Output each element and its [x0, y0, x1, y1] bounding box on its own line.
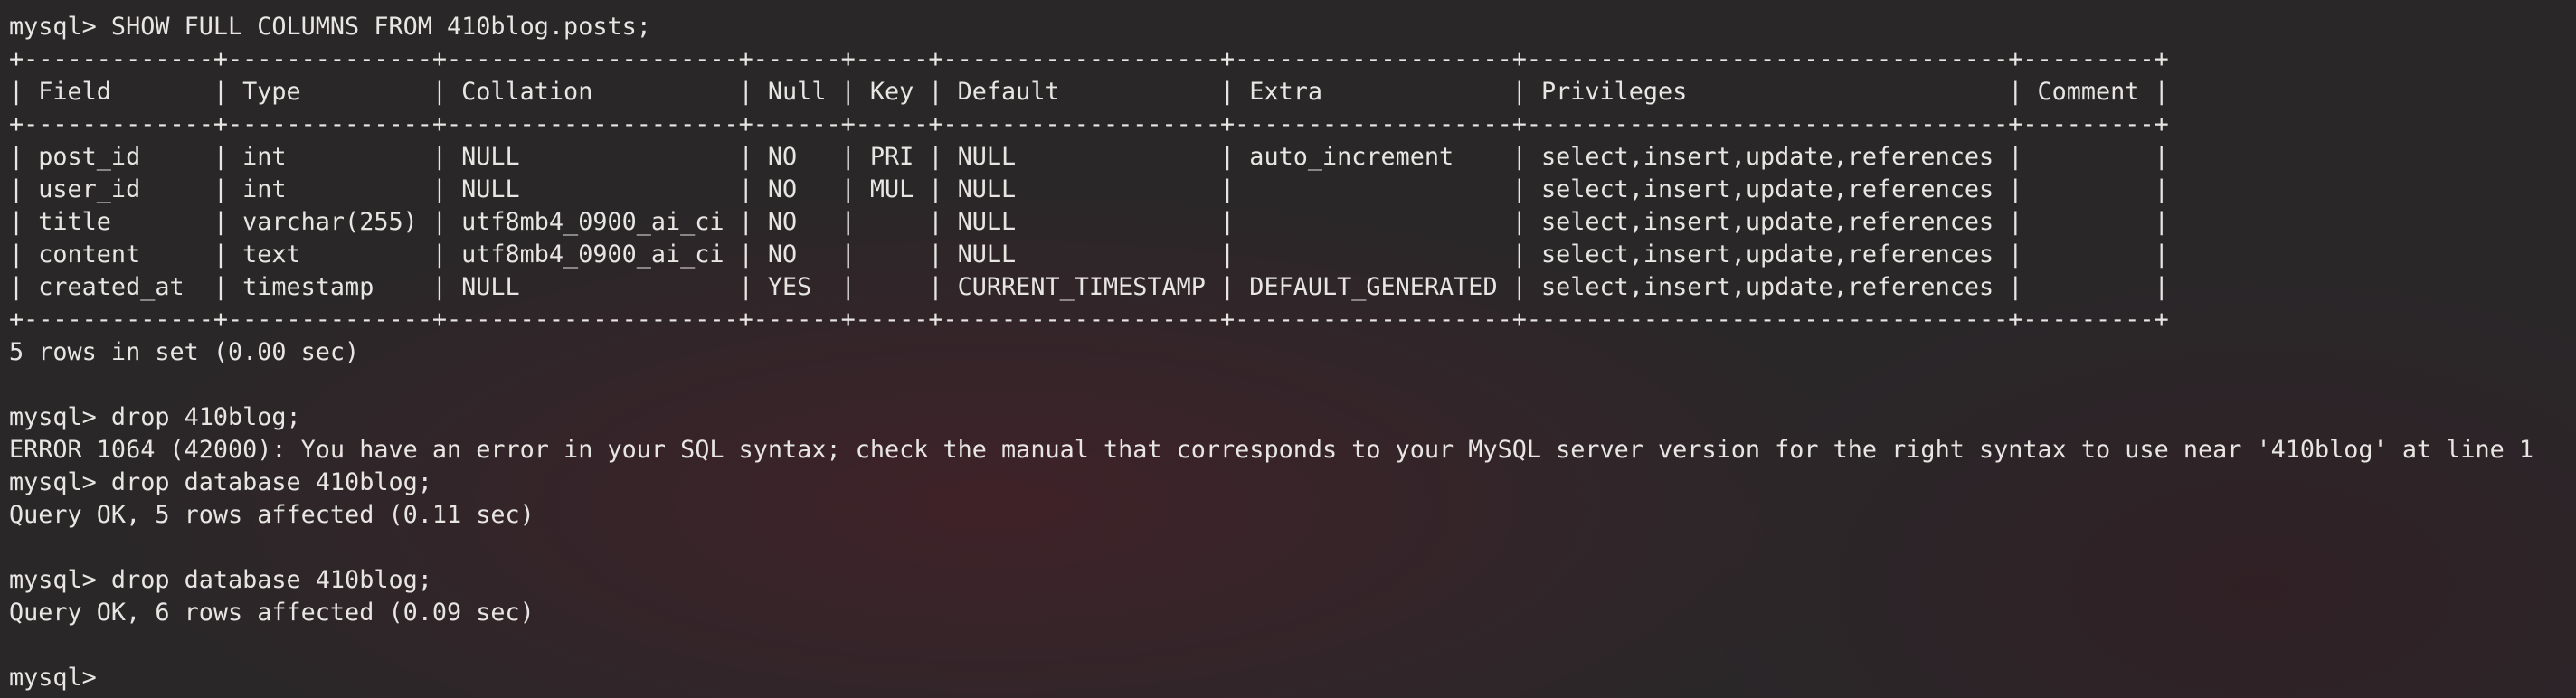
table-border-top: +-------------+--------------+----------… — [9, 45, 2169, 73]
prompt-label: mysql> — [9, 664, 111, 692]
table-row: | title | varchar(255) | utf8mb4_0900_ai… — [9, 208, 2169, 236]
error-message: ERROR 1064 (42000): You have an error in… — [9, 436, 2534, 464]
table-border-bottom: +-------------+--------------+----------… — [9, 306, 2169, 334]
command-drop-database: mysql> drop database 410blog; — [9, 468, 432, 496]
command-drop: mysql> drop 410blog; — [9, 403, 301, 431]
table-border-header: +-------------+--------------+----------… — [9, 110, 2169, 138]
command-show-columns: mysql> SHOW FULL COLUMNS FROM 410blog.po… — [9, 13, 651, 41]
table-row: | user_id | int | NULL | NO | MUL | NULL… — [9, 175, 2169, 203]
query-ok-status: Query OK, 5 rows affected (0.11 sec) — [9, 501, 535, 529]
cursor — [111, 665, 113, 690]
table-row: | content | text | utf8mb4_0900_ai_ci | … — [9, 241, 2169, 269]
command-drop-database: mysql> drop database 410blog; — [9, 566, 432, 594]
terminal-window[interactable]: mysql> SHOW FULL COLUMNS FROM 410blog.po… — [9, 0, 2567, 698]
table-row: | post_id | int | NULL | NO | PRI | NULL… — [9, 143, 2169, 171]
prompt-input-line[interactable]: mysql> — [9, 662, 2567, 694]
table-row: | created_at | timestamp | NULL | YES | … — [9, 273, 2169, 301]
query-ok-status: Query OK, 6 rows affected (0.09 sec) — [9, 599, 535, 627]
rows-in-set-status: 5 rows in set (0.00 sec) — [9, 338, 360, 366]
table-header-row: | Field | Type | Collation | Null | Key … — [9, 78, 2169, 106]
